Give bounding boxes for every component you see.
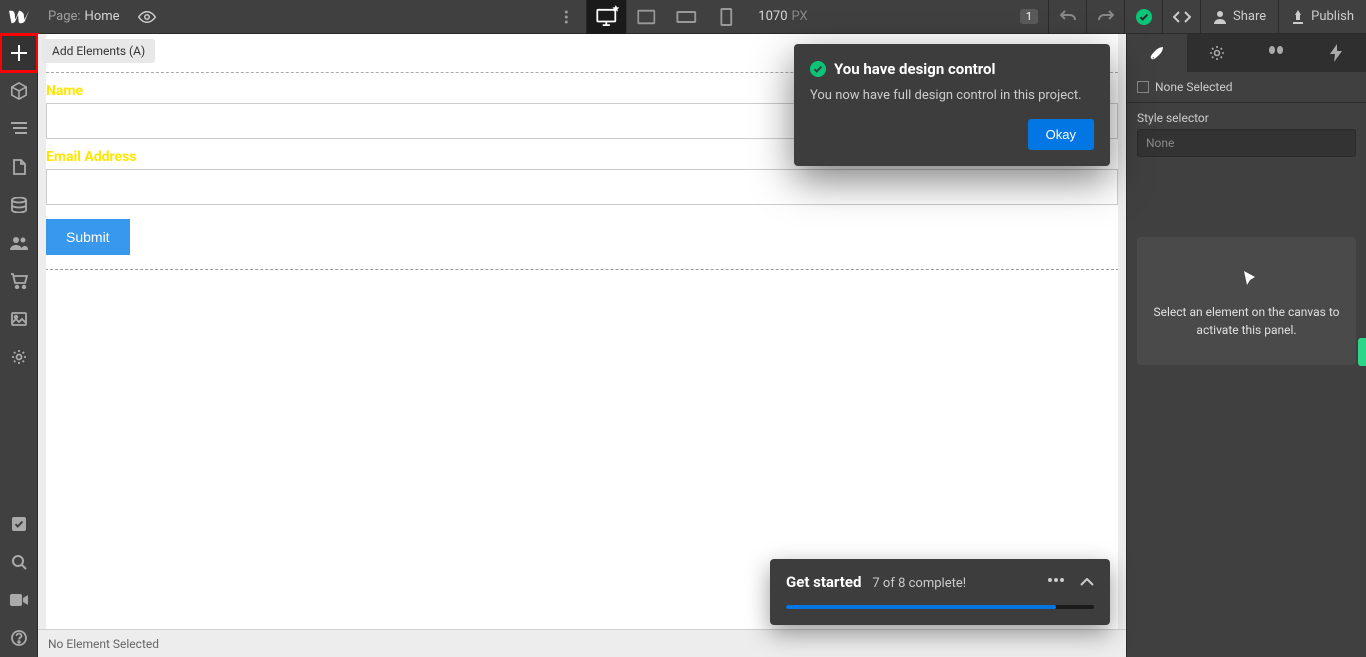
check-circle-icon bbox=[810, 61, 826, 77]
notification-badge[interactable]: 1 bbox=[1020, 9, 1038, 24]
more-icon[interactable] bbox=[1048, 578, 1064, 586]
redo-button[interactable] bbox=[1086, 0, 1124, 34]
assets-button[interactable] bbox=[0, 300, 38, 338]
interactions-tab[interactable] bbox=[1306, 34, 1366, 72]
status-bar: No Element Selected bbox=[38, 629, 1126, 657]
style-tab[interactable] bbox=[1127, 34, 1187, 72]
audit-button[interactable] bbox=[0, 505, 38, 543]
element-settings-tab[interactable] bbox=[1187, 34, 1247, 72]
breakpoint-desktop[interactable] bbox=[586, 0, 626, 34]
checkbox-icon bbox=[1137, 81, 1149, 93]
progress-bar bbox=[786, 605, 1094, 609]
panel-tabs bbox=[1127, 34, 1366, 72]
page-name: Home bbox=[85, 9, 120, 24]
empty-panel-hint: Select an element on the canvas to activ… bbox=[1137, 237, 1356, 365]
ecommerce-button[interactable] bbox=[0, 262, 38, 300]
breakpoint-tablet[interactable] bbox=[626, 0, 666, 34]
style-selector-label: Style selector bbox=[1127, 103, 1366, 129]
breakpoint-menu-icon[interactable] bbox=[546, 0, 586, 34]
get-started-title: Get started bbox=[786, 573, 861, 591]
progress-fill bbox=[786, 605, 1056, 609]
get-started-progress-text: 7 of 8 complete! bbox=[872, 576, 966, 591]
export-code-button[interactable] bbox=[1162, 0, 1200, 34]
search-button[interactable] bbox=[0, 543, 38, 581]
users-button[interactable] bbox=[0, 224, 38, 262]
symbols-button[interactable] bbox=[0, 72, 38, 110]
status-saved-icon[interactable] bbox=[1124, 0, 1162, 34]
help-button[interactable] bbox=[0, 619, 38, 657]
popover-title-row: You have design control bbox=[810, 60, 1094, 78]
style-manager-tab[interactable] bbox=[1247, 34, 1307, 72]
breakpoint-switcher: 1070 PX bbox=[546, 0, 819, 34]
breakpoint-mobile-portrait[interactable] bbox=[706, 0, 746, 34]
canvas-width[interactable]: 1070 PX bbox=[746, 9, 819, 24]
selection-indicator: None Selected bbox=[1127, 72, 1366, 103]
page-label: Page: bbox=[48, 9, 81, 24]
publish-button[interactable]: Publish bbox=[1278, 0, 1366, 34]
preview-button[interactable] bbox=[130, 0, 164, 34]
feedback-tab[interactable] bbox=[1358, 338, 1366, 366]
settings-button[interactable] bbox=[0, 338, 38, 376]
design-control-popover: You have design control You now have ful… bbox=[794, 44, 1110, 166]
class-selector-input[interactable]: None bbox=[1137, 129, 1356, 157]
page-selector[interactable]: Page: Home bbox=[38, 9, 130, 24]
email-input[interactable] bbox=[46, 169, 1118, 205]
video-button[interactable] bbox=[0, 581, 38, 619]
get-started-panel: Get started 7 of 8 complete! bbox=[770, 559, 1110, 625]
pages-button[interactable] bbox=[0, 148, 38, 186]
popover-body: You now have full design control in this… bbox=[810, 88, 1094, 103]
undo-button[interactable] bbox=[1048, 0, 1086, 34]
breakpoint-mobile-landscape[interactable] bbox=[666, 0, 706, 34]
chevron-up-icon[interactable] bbox=[1080, 578, 1094, 586]
left-sidebar bbox=[0, 34, 38, 657]
okay-button[interactable]: Okay bbox=[1028, 119, 1094, 150]
submit-button[interactable]: Submit bbox=[46, 219, 130, 255]
pointer-click-icon bbox=[1234, 263, 1260, 289]
topbar: Page: Home 1070 PX 1 bbox=[0, 0, 1366, 34]
share-button[interactable]: Share bbox=[1200, 0, 1278, 34]
add-elements-tooltip: Add Elements (A) bbox=[42, 39, 155, 63]
add-elements-button[interactable] bbox=[0, 34, 38, 72]
webflow-logo[interactable] bbox=[0, 0, 38, 34]
cms-button[interactable] bbox=[0, 186, 38, 224]
navigator-button[interactable] bbox=[0, 110, 38, 148]
topbar-right: 1 Share Publish bbox=[1020, 0, 1366, 34]
status-text: No Element Selected bbox=[48, 637, 159, 651]
right-panel: None Selected Style selector None Select… bbox=[1126, 34, 1366, 657]
